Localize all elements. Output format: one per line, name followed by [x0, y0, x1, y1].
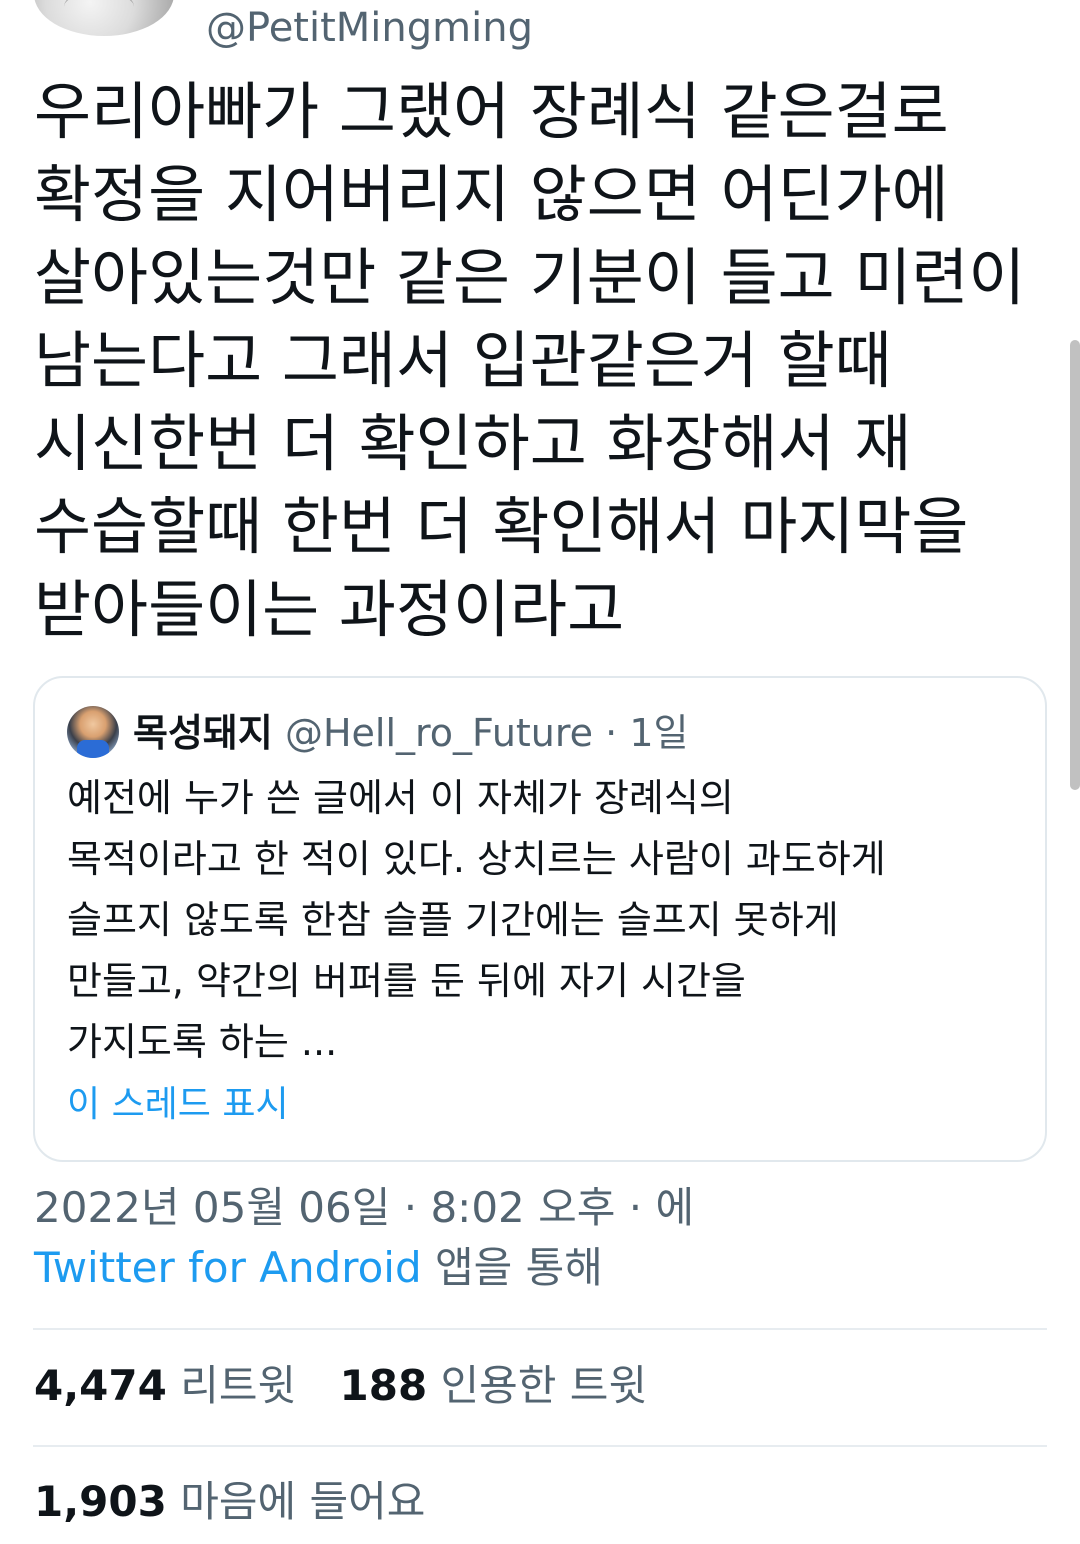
quote-tweets-stat[interactable]: 188 인용한 트윗 — [340, 1358, 648, 1414]
author-handle[interactable]: @PetitMingming — [206, 2, 533, 54]
quoted-author-name: 목성돼지 — [133, 711, 273, 755]
quote-tweets-label: 인용한 트윗 — [440, 1361, 648, 1410]
author-avatar[interactable] — [34, 0, 174, 36]
quoted-author-handle: @Hell_ro_Future — [284, 711, 594, 755]
retweets-label: 리트윗 — [180, 1361, 297, 1410]
tweet-text-line: 우리아빠가 그랬어 장례식 같은걸로 — [34, 75, 949, 148]
tweet-text-line: 시신한번 더 확인하고 화장해서 재 — [34, 407, 912, 480]
quoted-text-line: 만들고, 약간의 버퍼를 둔 뒤에 자기 시간을 — [67, 959, 746, 1003]
divider — [33, 1445, 1047, 1447]
likes-count: 1,903 — [34, 1477, 167, 1526]
likes-stats-row: 1,903 마음에 들어요 — [34, 1474, 455, 1530]
tweet-text-line: 확정을 지어버리지 않으면 어딘가에 — [34, 158, 949, 231]
quoted-text-line: 슬프지 않도록 한참 슬플 기간에는 슬프지 못하게 — [67, 898, 839, 942]
separator-dot: · — [605, 711, 618, 755]
source-suffix: 앱을 통해 — [421, 1243, 603, 1292]
quoted-text-line: 예전에 누가 쓴 글에서 이 자체가 장례식의 — [67, 776, 734, 820]
quoted-author-avatar — [67, 706, 119, 758]
quoted-tweet-header: 목성돼지 @Hell_ro_Future · 1일 — [133, 706, 688, 760]
show-thread-link[interactable]: 이 스레드 표시 — [67, 1078, 289, 1132]
quoted-text-line: 목적이라고 한 적이 있다. 상치르는 사람이 과도하게 — [67, 837, 886, 881]
scrollbar[interactable] — [1070, 340, 1080, 790]
quoted-tweet-text: 예전에 누가 쓴 글에서 이 자체가 장례식의 목적이라고 한 적이 있다. 상… — [67, 768, 1027, 1073]
tweet-timestamp[interactable]: 2022년 05월 06일 · 8:02 오후 · 에 — [34, 1180, 694, 1236]
quoted-tweet-card[interactable]: 목성돼지 @Hell_ro_Future · 1일 예전에 누가 쓴 글에서 이… — [33, 676, 1047, 1162]
tweet-source-line: Twitter for Android 앱을 통해 — [34, 1240, 603, 1296]
tweet-text-line: 받아들이는 과정이라고 — [34, 573, 625, 646]
quote-tweets-count: 188 — [339, 1361, 428, 1410]
tweet-text-line: 살아있는것만 같은 기분이 들고 미련이 — [34, 241, 1026, 314]
quoted-text-line: 가지도록 하는 ... — [67, 1020, 338, 1064]
tweet-text: 우리아빠가 그랬어 장례식 같은걸로 확정을 지어버리지 않으면 어딘가에 살아… — [34, 70, 1074, 651]
retweets-stat[interactable]: 4,474 리트윗 — [34, 1358, 296, 1414]
engagement-stats-row: 4,474 리트윗 188 인용한 트윗 — [34, 1358, 677, 1414]
tweet-text-line: 수습할때 한번 더 확인해서 마지막을 — [34, 490, 969, 563]
likes-label: 마음에 들어요 — [180, 1477, 426, 1526]
avatar-image — [77, 740, 109, 758]
quoted-tweet-time: 1일 — [629, 711, 689, 755]
retweets-count: 4,474 — [34, 1361, 167, 1410]
likes-stat[interactable]: 1,903 마음에 들어요 — [34, 1474, 425, 1530]
avatar-image — [64, 0, 134, 23]
tweet-text-line: 남는다고 그래서 입관같은거 할때 — [34, 324, 892, 397]
divider — [33, 1328, 1047, 1330]
source-app-link[interactable]: Twitter for Android — [34, 1243, 422, 1292]
